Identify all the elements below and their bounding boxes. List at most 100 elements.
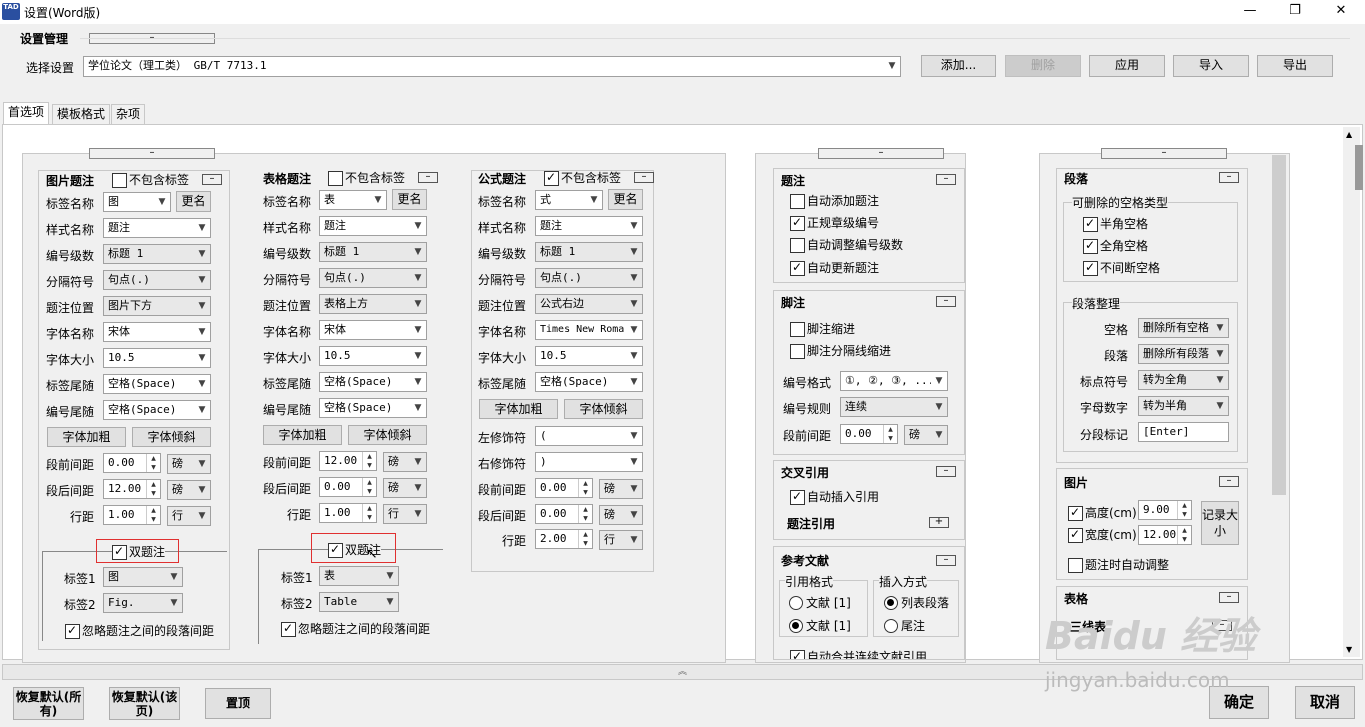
label-name-select[interactable]: 图 ▼ bbox=[103, 192, 171, 212]
spin-arrows-icon[interactable]: ▲ ▼ bbox=[362, 504, 376, 522]
vertical-scrollbar[interactable] bbox=[1343, 127, 1360, 657]
line-spacing-spinner[interactable]: 1.00 ▲ ▼ bbox=[103, 505, 161, 525]
unit-select[interactable]: 磅 ▼ bbox=[599, 505, 643, 525]
height-spinner[interactable]: 9.00 ▲ ▼ bbox=[1138, 500, 1192, 520]
position-select[interactable]: 公式右边 ▼ bbox=[535, 294, 643, 314]
unit-select[interactable]: 行 ▼ bbox=[599, 530, 643, 550]
auto-add-caption-checkbox[interactable]: 自动添加题注 bbox=[790, 194, 879, 209]
formula-no-label-checkbox[interactable]: 不包含标签 bbox=[544, 170, 621, 186]
paragraph-action-select[interactable]: 删除所有段落 ▼ bbox=[1138, 344, 1229, 364]
label-trail-select[interactable]: 空格(Space) ▼ bbox=[535, 372, 643, 392]
nbsp-checkbox[interactable]: 不间断空格 bbox=[1083, 260, 1160, 276]
font-name-select[interactable]: 宋体 ▼ bbox=[103, 322, 211, 342]
pin-top-button[interactable]: 置顶 bbox=[205, 688, 271, 719]
font-size-select[interactable]: 10.5 ▼ bbox=[535, 346, 643, 366]
inner-scroll-thumb[interactable] bbox=[1272, 155, 1286, 495]
full-width-space-checkbox[interactable]: 全角空格 bbox=[1083, 238, 1148, 254]
spin-arrows-icon[interactable]: ▲ ▼ bbox=[1177, 501, 1191, 519]
close-button[interactable]: ✕ bbox=[1318, 0, 1364, 24]
restore-button[interactable]: ❐ bbox=[1272, 0, 1318, 24]
collapse-bar-button[interactable]: – bbox=[89, 148, 215, 159]
ignore-spacing-checkbox[interactable]: 忽略题注之间的段落间距 bbox=[281, 621, 430, 637]
tab-template-format[interactable]: 模板格式 bbox=[52, 104, 111, 124]
auto-update-caption-checkbox[interactable]: 自动更新题注 bbox=[790, 260, 879, 276]
unit-select[interactable]: 磅 ▼ bbox=[167, 454, 211, 474]
spin-arrows-icon[interactable]: ▲ ▼ bbox=[1177, 526, 1191, 544]
rename-button[interactable]: 更名 bbox=[608, 189, 643, 210]
bold-button[interactable]: 字体加粗 bbox=[479, 399, 558, 419]
spin-arrows-icon[interactable]: ▲ ▼ bbox=[362, 452, 376, 470]
space-before-spinner[interactable]: 0.00 ▲ ▼ bbox=[535, 478, 593, 498]
unit-select[interactable]: 磅 ▼ bbox=[167, 480, 211, 500]
number-trail-select[interactable]: 空格(Space) ▼ bbox=[103, 400, 211, 420]
paragraph-mark-input[interactable]: [Enter] bbox=[1138, 422, 1229, 442]
cite-format-radio-1[interactable]: 文献 [1] bbox=[789, 596, 851, 610]
chapter-numbering-checkbox[interactable]: 正规章级编号 bbox=[790, 215, 879, 231]
spin-arrows-icon[interactable]: ▲ ▼ bbox=[146, 454, 160, 472]
level-select[interactable]: 标题 1 ▼ bbox=[535, 242, 643, 262]
space-after-spinner[interactable]: 0.00 ▲ ▼ bbox=[319, 477, 377, 497]
cite-format-radio-2[interactable]: 文献 [1] bbox=[789, 619, 851, 633]
font-size-select[interactable]: 10.5 ▼ bbox=[103, 348, 211, 368]
font-name-select[interactable]: Times New Roma ▼ bbox=[535, 320, 643, 340]
rename-button[interactable]: 更名 bbox=[392, 189, 427, 210]
apply-button[interactable]: 应用 bbox=[1089, 55, 1165, 77]
separator-select[interactable]: 句点(.) ▼ bbox=[535, 268, 643, 288]
tag1-select[interactable]: 表 ▼ bbox=[319, 566, 399, 586]
label-name-select[interactable]: 式 ▼ bbox=[535, 190, 603, 210]
footnote-space-spinner[interactable]: 0.00 ▲ ▼ bbox=[840, 424, 898, 444]
tag1-select[interactable]: 图 ▼ bbox=[103, 567, 183, 587]
insert-list-radio[interactable]: 列表段落 bbox=[884, 596, 949, 610]
font-size-select[interactable]: 10.5 ▼ bbox=[319, 346, 427, 366]
space-after-spinner[interactable]: 0.00 ▲ ▼ bbox=[535, 504, 593, 524]
label-trail-select[interactable]: 空格(Space) ▼ bbox=[103, 374, 211, 394]
spin-arrows-icon[interactable]: ▲ ▼ bbox=[146, 480, 160, 498]
tab-preferences[interactable]: 首选项 bbox=[3, 102, 50, 124]
auto-merge-refs-checkbox[interactable]: 自动合并连续文献引用 bbox=[790, 650, 927, 659]
position-select[interactable]: 表格上方 ▼ bbox=[319, 294, 427, 314]
delete-button[interactable]: 删除 bbox=[1005, 55, 1081, 77]
unit-select[interactable]: 磅 ▼ bbox=[599, 479, 643, 499]
footnote-separator-indent-checkbox[interactable]: 脚注分隔线缩进 bbox=[790, 344, 891, 359]
space-after-spinner[interactable]: 12.00 ▲ ▼ bbox=[103, 479, 161, 499]
insert-endnote-radio[interactable]: 尾注 bbox=[884, 619, 925, 633]
footnote-indent-checkbox[interactable]: 脚注缩进 bbox=[790, 322, 855, 337]
collapse-button[interactable]: – bbox=[1219, 592, 1239, 603]
collapse-button[interactable]: – bbox=[936, 555, 956, 566]
style-name-select[interactable]: 题注 ▼ bbox=[319, 216, 427, 236]
spin-arrows-icon[interactable]: ▲ ▼ bbox=[146, 506, 160, 524]
half-width-space-checkbox[interactable]: 半角空格 bbox=[1083, 216, 1148, 232]
scroll-up-icon[interactable]: ▲ bbox=[1346, 130, 1352, 139]
figure-no-label-checkbox[interactable]: 不包含标签 bbox=[112, 173, 189, 188]
auto-adjust-on-caption-checkbox[interactable]: 题注时自动调整 bbox=[1068, 558, 1169, 573]
spin-arrows-icon[interactable]: ▲ ▼ bbox=[362, 478, 376, 496]
left-decor-select[interactable]: (▼ bbox=[535, 426, 643, 446]
bold-button[interactable]: 字体加粗 bbox=[263, 425, 342, 445]
table-no-label-checkbox[interactable]: 不包含标签 bbox=[328, 171, 405, 186]
label-trail-select[interactable]: 空格(Space) ▼ bbox=[319, 372, 427, 392]
style-name-select[interactable]: 题注 ▼ bbox=[103, 218, 211, 238]
font-name-select[interactable]: 宋体 ▼ bbox=[319, 320, 427, 340]
footnote-format-select[interactable]: ①, ②, ③, ... ▼ bbox=[840, 371, 948, 391]
scroll-down-icon[interactable]: ▼ bbox=[1346, 645, 1352, 654]
spin-arrows-icon[interactable]: ▲ ▼ bbox=[578, 530, 592, 548]
collapse-button[interactable]: – bbox=[634, 172, 654, 183]
spin-arrows-icon[interactable]: ▲ ▼ bbox=[578, 505, 592, 523]
unit-select[interactable]: 行 ▼ bbox=[383, 504, 427, 524]
reset-page-button[interactable]: 恢复默认(该页) bbox=[109, 687, 180, 720]
width-spinner[interactable]: 12.00 ▲ ▼ bbox=[1138, 525, 1192, 545]
footnote-rule-select[interactable]: 连续 ▼ bbox=[840, 397, 948, 417]
auto-insert-ref-checkbox[interactable]: 自动插入引用 bbox=[790, 489, 879, 505]
collapse-button[interactable]: – bbox=[936, 466, 956, 477]
figure-dual-caption-checkbox[interactable]: 双题注 bbox=[112, 544, 166, 560]
space-before-spinner[interactable]: 12.00 ▲ ▼ bbox=[319, 451, 377, 471]
italic-button[interactable]: 字体倾斜 bbox=[348, 425, 427, 445]
level-select[interactable]: 标题 1 ▼ bbox=[319, 242, 427, 262]
collapse-bar-button[interactable]: – bbox=[1101, 148, 1227, 159]
record-size-button[interactable]: 记录大小 bbox=[1201, 501, 1239, 545]
tag2-select[interactable]: Table ▼ bbox=[319, 592, 399, 612]
style-name-select[interactable]: 题注 ▼ bbox=[535, 216, 643, 236]
tab-misc[interactable]: 杂项 bbox=[111, 104, 146, 124]
export-button[interactable]: 导出 bbox=[1257, 55, 1333, 77]
unit-select[interactable]: 磅 ▼ bbox=[383, 452, 427, 472]
